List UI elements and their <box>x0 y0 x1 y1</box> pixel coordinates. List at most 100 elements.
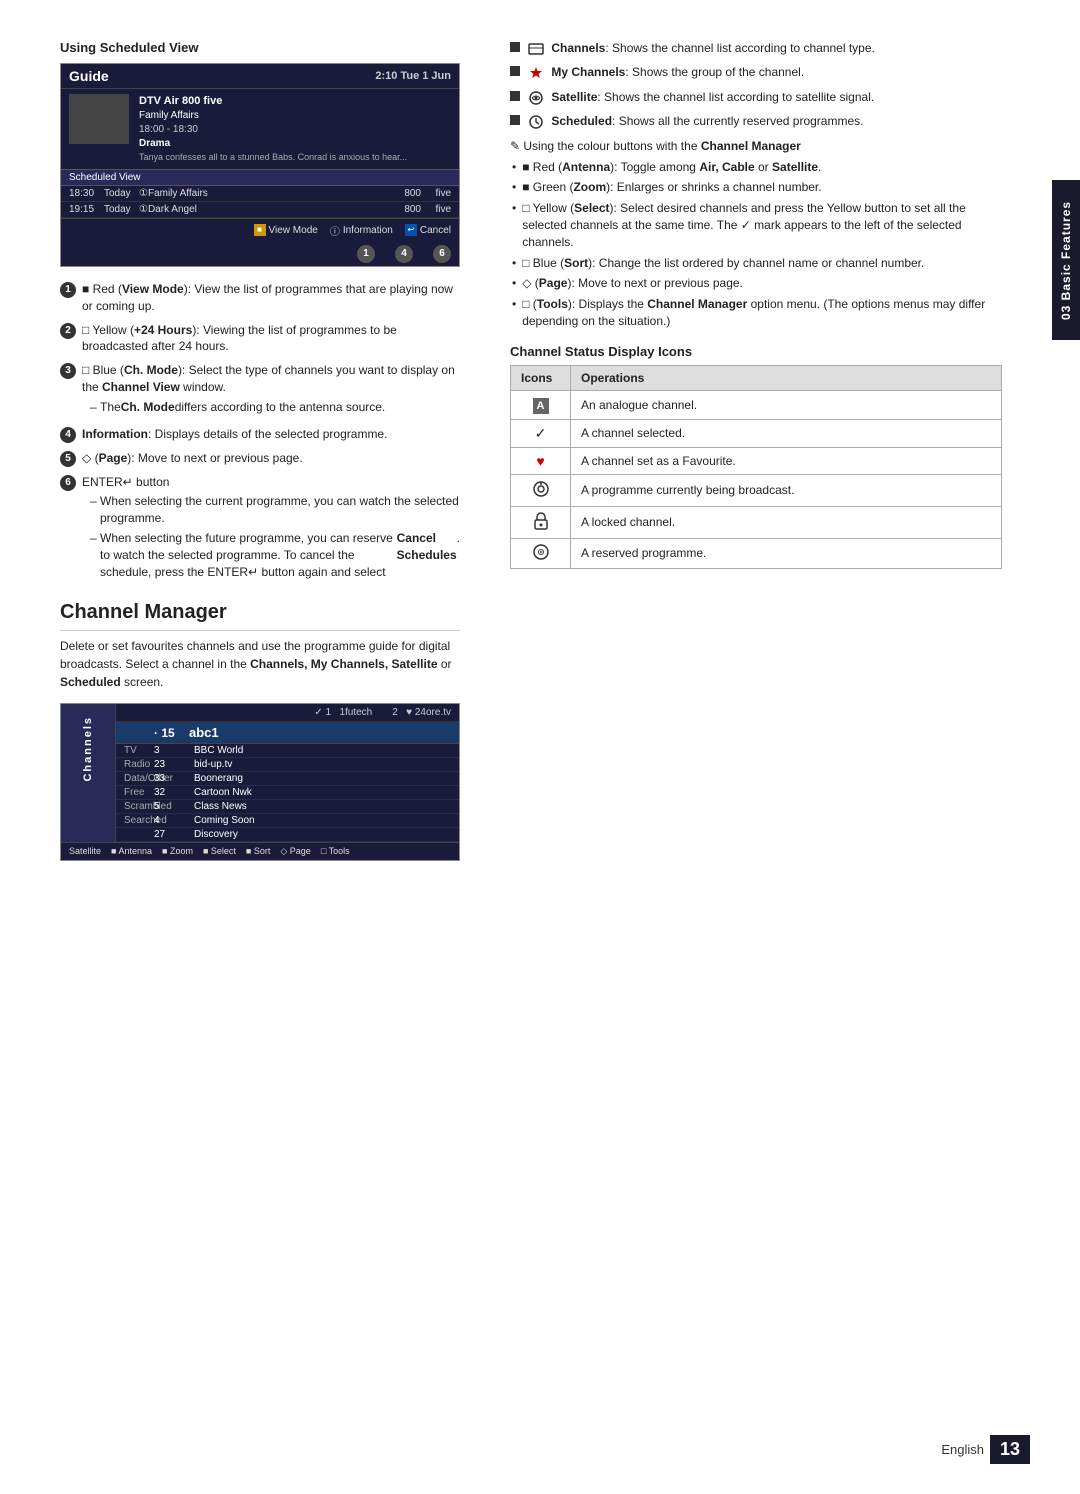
row-label: Data/Other <box>124 773 154 784</box>
numbered-list: 1 ■ Red (View Mode): View the list of pr… <box>60 281 460 583</box>
header-operations: Operations <box>571 365 1002 390</box>
row-label: Scrambled <box>124 801 154 812</box>
footer-page: ◇ Page <box>280 846 310 857</box>
table-header-row: Icons Operations <box>511 365 1002 390</box>
broadcast-icon <box>532 480 550 498</box>
row-label: TV <box>124 745 154 756</box>
table-row: Searched 4 Coming Soon <box>116 814 459 828</box>
icon-cell <box>511 506 571 538</box>
row-time: 18:30 <box>69 188 104 199</box>
item-text: ENTER↵ button <box>82 475 169 489</box>
list-item: ■ Red (Antenna): Toggle among Air, Cable… <box>512 159 1002 176</box>
sub-list: The Ch. Mode differs according to the an… <box>90 399 460 416</box>
cancel-btn-icon: ↩ <box>405 224 417 236</box>
footer-select: ■ Select <box>203 846 236 857</box>
page-number-box: English 13 <box>941 1435 1030 1464</box>
reserved-icon <box>533 544 549 560</box>
channel-type-list: Channels: Shows the channel list accordi… <box>510 40 1002 131</box>
row-value: Boonerang <box>194 773 451 784</box>
list-item: □ Blue (Sort): Change the list ordered b… <box>512 255 1002 272</box>
guide-program: Family Affairs <box>139 109 407 123</box>
item-text: ■ Green (Zoom): Enlarges or shrinks a ch… <box>522 179 821 196</box>
item-text: My Channels: Shows the group of the chan… <box>528 64 804 81</box>
status-table: Icons Operations A An analogue channel. … <box>510 365 1002 569</box>
item-content: ENTER↵ button When selecting the current… <box>82 474 460 584</box>
row-day: Today <box>104 204 139 215</box>
item-content: Information: Displays details of the sel… <box>82 426 460 443</box>
table-row: Scrambled 5 Class News <box>116 800 459 814</box>
operation-cell: A locked channel. <box>571 506 1002 538</box>
operation-cell: A reserved programme. <box>571 538 1002 568</box>
item-number: 6 <box>60 475 76 491</box>
guide-footer: ■ View Mode ⓘ Information ↩ Cancel <box>61 218 459 242</box>
list-item: 5 ◇ (Page): Move to next or previous pag… <box>60 450 460 467</box>
num-circle-1: 1 <box>357 245 375 263</box>
bullet-icon <box>510 91 520 101</box>
row-value: Class News <box>194 801 451 812</box>
list-item: Scheduled: Shows all the currently reser… <box>510 113 1002 130</box>
footer-cancel-label: Cancel <box>420 225 451 236</box>
channel-manager-desc: Delete or set favourites channels and us… <box>60 637 460 691</box>
satellite-icon <box>528 90 544 106</box>
my-channels-icon <box>528 65 544 81</box>
footer-tools: □ Tools <box>321 846 350 857</box>
row-num: 4 <box>154 815 194 826</box>
footer-btn-cancel: ↩ Cancel <box>405 223 451 238</box>
guide-channel: DTV Air 800 five <box>139 94 407 109</box>
table-row: Data/Other 33 Boonerang <box>116 772 459 786</box>
heart-icon: ♥ <box>536 453 544 469</box>
footer-sort: ■ Sort <box>246 846 270 857</box>
status-section-title: Channel Status Display Icons <box>510 344 1002 359</box>
side-tab-label: 03 Basic Features <box>1059 200 1073 319</box>
item-text: □ Yellow (Select): Select desired channe… <box>522 200 1002 250</box>
bullet-icon <box>510 42 520 52</box>
row-label: Free <box>124 787 154 798</box>
row-value: Cartoon Nwk <box>194 787 451 798</box>
channel-manager-section: Channel Manager Delete or set favourites… <box>60 601 460 861</box>
sub-list-item: When selecting the current programme, yo… <box>90 493 460 527</box>
item-content: ◇ (Page): Move to next or previous page. <box>82 450 460 467</box>
sub-list-item: The Ch. Mode differs according to the an… <box>90 399 460 416</box>
colour-button-list: ■ Red (Antenna): Toggle among Air, Cable… <box>512 159 1002 330</box>
table-row: 18:30 Today ①Family Affairs 800 five <box>61 186 459 202</box>
item-number: 4 <box>60 427 76 443</box>
icon-cell <box>511 538 571 568</box>
row-num: 33 <box>154 773 194 784</box>
item-text: □ (Tools): Displays the Channel Manager … <box>522 296 1002 330</box>
table-row: ♥ A channel set as a Favourite. <box>511 447 1002 474</box>
guide-time: 18:00 - 18:30 <box>139 123 407 137</box>
english-label: English <box>941 1442 984 1457</box>
list-item: □ Yellow (Select): Select desired channe… <box>512 200 1002 250</box>
list-item: ■ Green (Zoom): Enlarges or shrinks a ch… <box>512 179 1002 196</box>
row-type: five <box>421 188 451 199</box>
footer-antenna: ■ Antenna <box>111 846 152 857</box>
guide-footer-nums: 1 4 6 <box>61 242 459 266</box>
lock-icon <box>533 512 549 530</box>
table-row: A reserved programme. <box>511 538 1002 568</box>
row-program: ①Dark Angel <box>139 204 391 215</box>
row-label: Searched <box>124 815 154 826</box>
list-item: 3 □ Blue (Ch. Mode): Select the type of … <box>60 362 460 418</box>
table-row: Radio 23 bid-up.tv <box>116 758 459 772</box>
item-text: ■ Red (Antenna): Toggle among Air, Cable… <box>522 159 821 176</box>
page-number: 13 <box>990 1435 1030 1464</box>
operation-cell: A channel selected. <box>571 419 1002 447</box>
row-program: ①Family Affairs <box>139 188 391 199</box>
row-value: BBC World <box>194 745 451 756</box>
table-row: TV 3 BBC World <box>116 744 459 758</box>
cm-sidebar-label: Channels <box>82 708 94 790</box>
row-label: Radio <box>124 759 154 770</box>
footer-satellite: Satellite <box>69 846 101 857</box>
table-row: 27 Discovery <box>116 828 459 842</box>
item-content: ■ Red (View Mode): View the list of prog… <box>82 281 460 315</box>
table-row: Free 32 Cartoon Nwk <box>116 786 459 800</box>
analogue-icon: A <box>533 398 549 414</box>
num-circle-4: 4 <box>395 245 413 263</box>
row-num: 3 <box>154 745 194 756</box>
list-item: Satellite: Shows the channel list accord… <box>510 89 1002 106</box>
row-num: 27 <box>154 829 194 840</box>
icon-cell: A <box>511 390 571 419</box>
row-type: five <box>421 204 451 215</box>
list-item: Channels: Shows the channel list accordi… <box>510 40 1002 57</box>
header-icons: Icons <box>511 365 571 390</box>
